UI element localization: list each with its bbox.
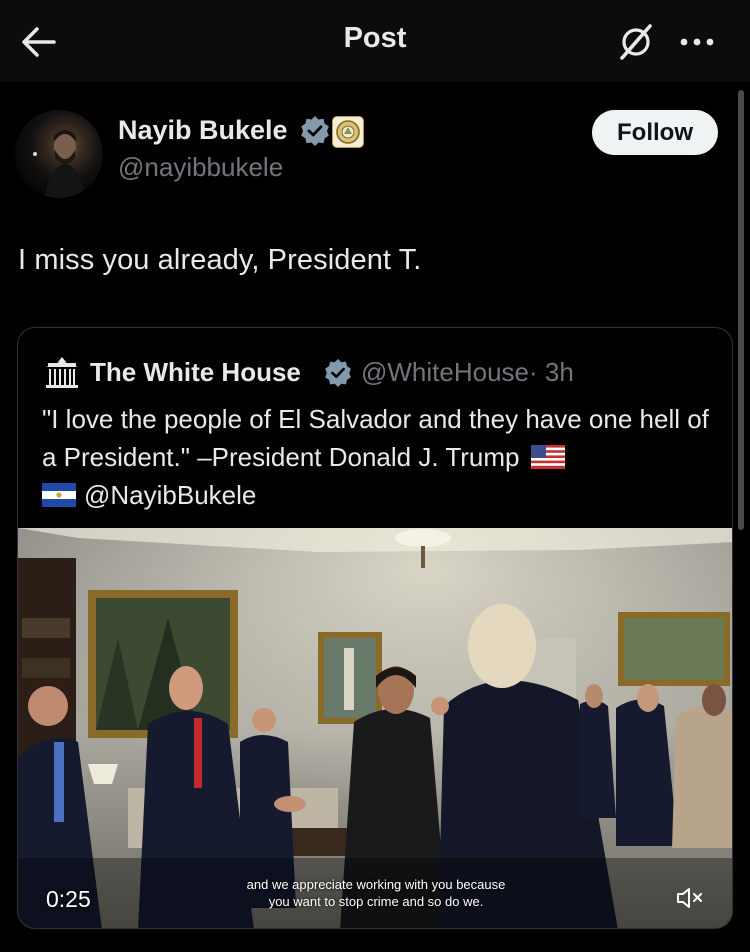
affiliate-badge[interactable] (332, 116, 364, 148)
avatar-image (33, 130, 85, 198)
el-salvador-seal-icon (336, 120, 360, 144)
el-salvador-flag-icon (42, 483, 76, 507)
caption-line-2: you want to stop crime and so do we. (268, 894, 484, 909)
caption-line-1: and we appreciate working with you becau… (246, 877, 506, 892)
grok-button[interactable] (614, 20, 658, 64)
author-name[interactable]: Nayib Bukele (118, 115, 288, 146)
verified-badge-icon[interactable] (300, 116, 330, 146)
author-handle[interactable]: @nayibbukele (118, 152, 283, 183)
us-flag-icon (530, 445, 565, 469)
volume-muted-icon (677, 888, 702, 908)
quote-text: "I love the people of El Salvador and th… (42, 400, 712, 514)
video-timestamp: 0:25 (46, 886, 91, 912)
video-player[interactable]: 0:25 and we appreciate working with you … (18, 528, 732, 928)
quote-author-name[interactable]: The White House (90, 357, 301, 388)
quote-handle[interactable]: @WhiteHouse (361, 357, 529, 387)
white-house-logo-icon (46, 357, 78, 388)
mention-link[interactable]: @NayibBukele (84, 480, 256, 510)
scrollbar[interactable] (738, 90, 744, 530)
follow-button[interactable]: Follow (592, 110, 718, 155)
more-button[interactable] (676, 24, 720, 60)
top-bar: Post (0, 0, 750, 82)
quote-avatar[interactable] (42, 353, 82, 393)
video-frame (18, 528, 732, 928)
avatar[interactable] (15, 110, 103, 198)
mute-button[interactable] (674, 883, 708, 913)
quote-meta: @WhiteHouse· 3h (361, 357, 574, 388)
post-text: I miss you already, President T. (18, 244, 422, 276)
grok-icon (620, 24, 652, 60)
quoted-post[interactable]: The White House @WhiteHouse· 3h "I love … (17, 327, 733, 929)
video-caption: and we appreciate working with you becau… (168, 876, 584, 910)
quote-text-body: "I love the people of El Salvador and th… (42, 404, 709, 472)
verified-badge-icon[interactable] (324, 359, 352, 387)
more-horizontal-icon (680, 38, 714, 46)
quote-time: · 3h (529, 357, 574, 387)
